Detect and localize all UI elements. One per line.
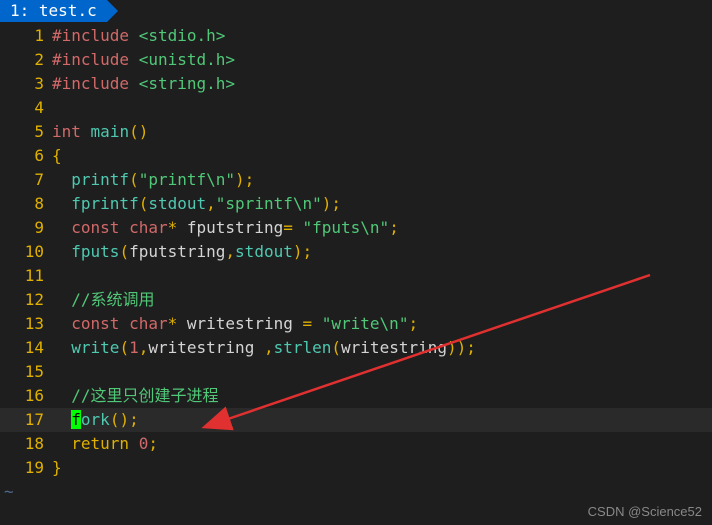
line-number: 5 [0, 120, 52, 144]
line-number: 8 [0, 192, 52, 216]
code-line: const char* writestring = "write\n"; [52, 312, 418, 336]
line-number: 16 [0, 384, 52, 408]
code-line: //系统调用 [52, 288, 155, 312]
line-number: 14 [0, 336, 52, 360]
line-number: 15 [0, 360, 52, 384]
code-line: fprintf(stdout,"sprintf\n"); [52, 192, 341, 216]
code-line: #include <stdio.h> [52, 24, 225, 48]
code-line: int main() [52, 120, 148, 144]
code-line: return 0; [52, 432, 158, 456]
line-number: 19 [0, 456, 52, 480]
line-number: 4 [0, 96, 52, 120]
tab-bar: 1: test.c [0, 0, 712, 22]
line-number: 17 [0, 408, 52, 432]
line-number: 12 [0, 288, 52, 312]
line-number: 7 [0, 168, 52, 192]
code-line: write(1,writestring ,strlen(writestring)… [52, 336, 476, 360]
code-line: #include <unistd.h> [52, 48, 235, 72]
line-number: 1 [0, 24, 52, 48]
line-number: 11 [0, 264, 52, 288]
watermark: CSDN @Science52 [588, 504, 702, 519]
code-line: printf("printf\n"); [52, 168, 254, 192]
line-number: 18 [0, 432, 52, 456]
code-line: fputs(fputstring,stdout); [52, 240, 312, 264]
code-line: fork(); [52, 408, 139, 432]
code-line: //这里只创建子进程 [52, 384, 219, 408]
code-editor[interactable]: 1#include <stdio.h> 2#include <unistd.h>… [0, 22, 712, 482]
code-line: #include <string.h> [52, 72, 235, 96]
tab-index: 1 [10, 1, 20, 20]
code-line: const char* fputstring= "fputs\n"; [52, 216, 399, 240]
cursor: f [71, 410, 81, 429]
line-number: 3 [0, 72, 52, 96]
code-line: } [52, 456, 62, 480]
line-number: 9 [0, 216, 52, 240]
line-number: 2 [0, 48, 52, 72]
empty-line-tilde: ~ [0, 482, 712, 501]
tab-filename: test.c [39, 1, 97, 20]
tab-test-c[interactable]: 1: test.c [0, 0, 107, 22]
line-number: 10 [0, 240, 52, 264]
line-number: 13 [0, 312, 52, 336]
line-number: 6 [0, 144, 52, 168]
code-line: { [52, 144, 62, 168]
